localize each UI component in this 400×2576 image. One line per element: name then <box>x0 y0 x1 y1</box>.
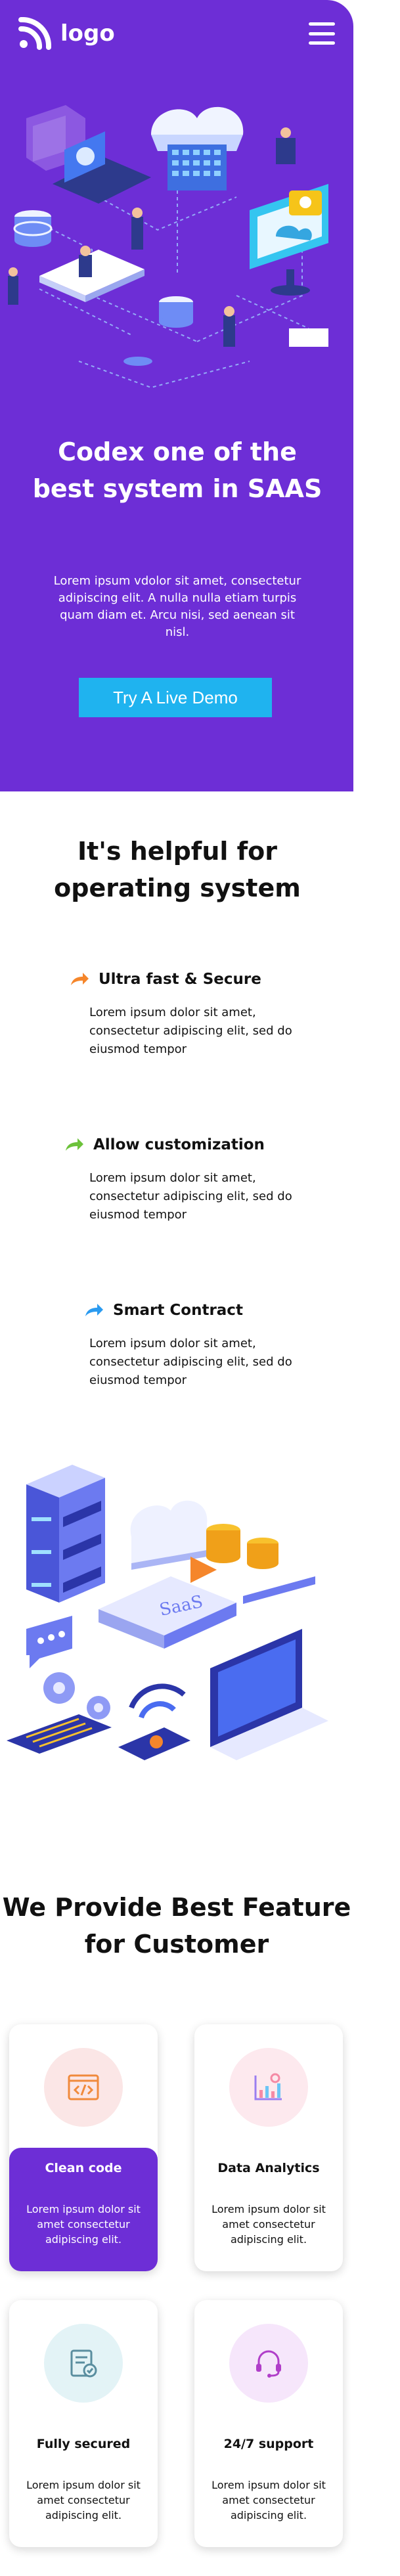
menu-line <box>309 41 335 45</box>
card-title: Fully secured <box>36 2437 131 2451</box>
hero-section: logo Codex one of the best system in SAA… <box>0 0 353 791</box>
card-title: 24/7 support <box>223 2437 314 2451</box>
share-arrow-icon <box>66 1138 83 1151</box>
logo[interactable]: logo <box>17 17 115 50</box>
share-arrow-icon <box>71 973 89 985</box>
feature-name: Ultra fast & Secure <box>99 971 261 988</box>
card-title: Clean code <box>45 2161 122 2175</box>
secure-document-icon <box>70 2349 97 2378</box>
hamburger-menu-icon[interactable] <box>309 22 335 45</box>
best-feature-title: We Provide Best Feature for Customer <box>2 1893 351 1959</box>
feature-item-smart-contract: Smart Contract Lorem ipsum dolor sit ame… <box>84 1299 321 1390</box>
try-live-demo-button[interactable]: Try A Live Demo <box>79 678 272 717</box>
page: logo Codex one of the best system in SAA… <box>0 0 400 2576</box>
feature-item-customization: Allow customization Lorem ipsum dolor si… <box>64 1134 301 1224</box>
feature-description: Lorem ipsum dolor sit amet, consectetur … <box>89 1006 292 1056</box>
feature-description: Lorem ipsum dolor sit amet, consectetur … <box>89 1171 292 1222</box>
analytics-chart-icon <box>254 2073 282 2100</box>
card-icon-bubble <box>44 2324 123 2403</box>
card-title: Data Analytics <box>217 2161 320 2175</box>
saas-isometric-illustration: SaaS <box>7 1465 328 1760</box>
feature-card-data-analytics[interactable]: Data Analytics Lorem ipsum dolor sit ame… <box>194 2024 343 2271</box>
card-description: Lorem ipsum dolor sit amet consectetur a… <box>26 2203 141 2246</box>
feature-head: Ultra fast & Secure <box>70 968 306 990</box>
feature-card-fully-secured[interactable]: Fully secured Lorem ipsum dolor sit amet… <box>9 2300 158 2547</box>
feature-item-ultra-fast: Ultra fast & Secure Lorem ipsum dolor si… <box>70 968 306 1059</box>
share-arrow-icon <box>85 1304 103 1316</box>
feature-name: Allow customization <box>93 1136 265 1153</box>
navbar: logo <box>0 0 353 66</box>
card-description: Lorem ipsum dolor sit amet consectetur a… <box>26 2479 141 2521</box>
card-icon-bubble <box>44 2048 123 2127</box>
feature-head: Allow customization <box>64 1134 301 1156</box>
menu-line <box>309 32 335 35</box>
feature-card-24-7-support[interactable]: 24/7 support Lorem ipsum dolor sit amet … <box>194 2300 343 2547</box>
feature-description: Lorem ipsum dolor sit amet, consectetur … <box>89 1337 292 1387</box>
card-icon-bubble <box>229 2324 308 2403</box>
hero-description: Lorem ipsum vdolor sit amet, consectetur… <box>53 574 301 639</box>
feature-card-clean-code[interactable]: Clean code Lorem ipsum dolor sit amet co… <box>9 2024 158 2271</box>
logo-text: logo <box>60 20 115 47</box>
card-description: Lorem ipsum dolor sit amet consectetur a… <box>211 2479 326 2521</box>
code-window-icon <box>68 2074 99 2100</box>
headset-support-icon <box>256 2350 281 2378</box>
hero-title: Codex one of the best system in SAAS <box>32 437 322 503</box>
hero-cloud-network-illustration <box>8 105 328 389</box>
logo-rss-icon <box>18 17 51 50</box>
menu-line <box>309 22 335 26</box>
helpful-section-title: It's helpful for operating system <box>54 837 301 902</box>
feature-name: Smart Contract <box>113 1302 243 1319</box>
card-description: Lorem ipsum dolor sit amet consectetur a… <box>211 2203 326 2246</box>
card-icon-bubble <box>229 2048 308 2127</box>
feature-head: Smart Contract <box>84 1299 321 1321</box>
